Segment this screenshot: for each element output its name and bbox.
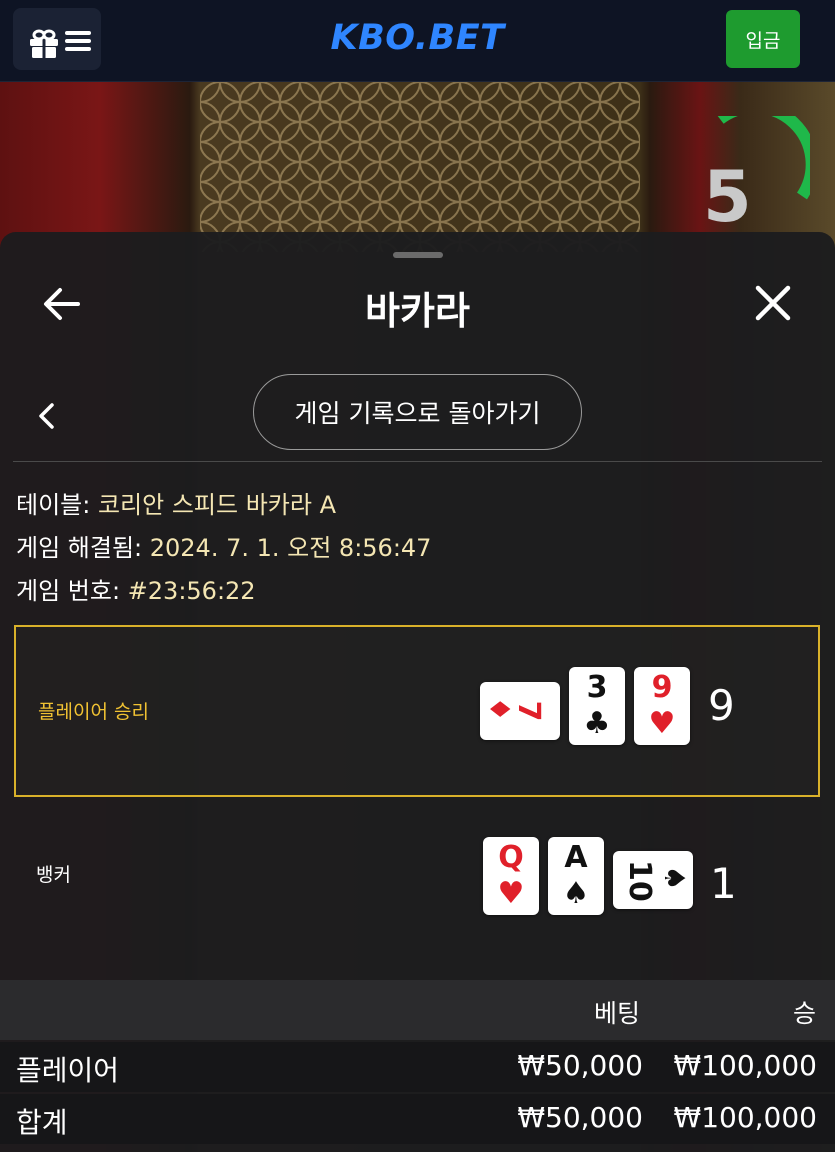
resolved-label: 게임 해결됨:	[16, 534, 150, 562]
bet-amount: ₩50,000	[517, 1049, 643, 1082]
banker-result-row: 뱅커 Q ♥ A ♠ 10 ♠ 1	[14, 805, 820, 977]
game-number-value: #23:56:22	[127, 577, 256, 605]
back-to-history-button[interactable]: 게임 기록으로 돌아가기	[253, 374, 582, 450]
heart-icon: ♥	[648, 706, 676, 741]
table-value: 코리안 스피드 바카라 A	[97, 491, 336, 519]
player-card-3: 9 ♥	[634, 667, 690, 745]
player-card-1: 7 ♦	[480, 682, 560, 740]
diamond-icon: ♦	[483, 696, 516, 722]
win-column-header: 승	[793, 999, 817, 1028]
spade-icon: ♠	[562, 876, 590, 911]
bets-table-header: 베팅 승	[0, 980, 835, 1040]
bet-column-header: 베팅	[594, 999, 641, 1028]
deposit-button[interactable]: 입금	[726, 10, 800, 68]
brand-logo[interactable]: KBO.BET	[0, 18, 835, 58]
banker-card-3: 10 ♠	[613, 851, 693, 909]
total-label: 합계	[16, 1106, 68, 1139]
card-rank: A	[564, 840, 588, 875]
panel-header: 바카라	[0, 276, 835, 333]
banker-score: 1	[710, 859, 737, 908]
game-number-label: 게임 번호:	[16, 577, 128, 605]
page-title: 바카라	[365, 289, 470, 333]
total-win-amount: ₩100,000	[673, 1101, 817, 1134]
bet-label: 플레이어	[16, 1054, 120, 1087]
table-label: 테이블:	[16, 491, 98, 519]
divider	[13, 461, 822, 462]
table-row-total: 합계 ₩50,000 ₩100,000	[0, 1094, 835, 1144]
card-rank: 9	[651, 670, 673, 705]
bets-table: 베팅 승 플레이어 ₩50,000 ₩100,000 합계 ₩50,000 ₩1…	[0, 980, 835, 1152]
top-bar: KBO.BET 입금	[0, 0, 835, 82]
resolved-value: 2024. 7. 1. 오전 8:56:47	[149, 534, 432, 562]
player-result-label: 플레이어 승리	[38, 701, 149, 723]
table-row: 플레이어 ₩50,000 ₩100,000	[0, 1042, 835, 1092]
close-icon[interactable]	[754, 284, 792, 326]
drag-handle[interactable]	[393, 252, 443, 258]
banker-card-2: A ♠	[548, 837, 604, 915]
banker-result-label: 뱅커	[36, 864, 71, 886]
lattice-pattern	[200, 82, 640, 252]
spade-icon: ♠	[658, 865, 691, 891]
game-number-info: 게임 번호: #23:56:22	[16, 571, 256, 606]
player-card-2: 3 ♣	[569, 667, 625, 745]
chevron-left-icon[interactable]	[36, 402, 56, 434]
card-rank: 10	[622, 860, 657, 902]
resolved-info: 게임 해결됨: 2024. 7. 1. 오전 8:56:47	[16, 528, 431, 563]
bet-timer: 5	[703, 156, 752, 238]
card-rank: 3	[586, 670, 608, 705]
heart-icon: ♥	[497, 876, 525, 911]
player-score: 9	[708, 681, 735, 730]
table-info: 테이블: 코리안 스피드 바카라 A	[16, 485, 336, 520]
card-rank: 7	[511, 700, 546, 722]
card-rank: Q	[498, 840, 524, 875]
total-bet-amount: ₩50,000	[517, 1101, 643, 1134]
win-amount: ₩100,000	[673, 1049, 817, 1082]
player-result-row: 플레이어 승리 7 ♦ 3 ♣ 9 ♥ 9	[14, 625, 820, 797]
game-detail-panel: 바카라 게임 기록으로 돌아가기 테이블: 코리안 스피드 바카라 A 게임 해…	[0, 232, 835, 1152]
banker-card-1: Q ♥	[483, 837, 539, 915]
club-icon: ♣	[583, 706, 611, 741]
